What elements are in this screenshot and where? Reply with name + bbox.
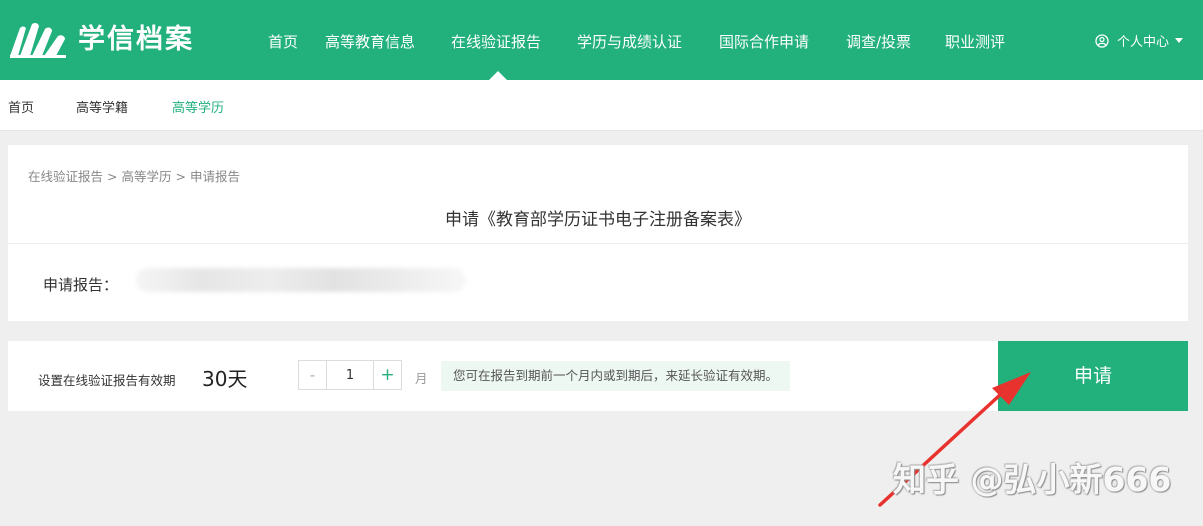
nav-item-international-cooperation[interactable]: 国际合作申请	[719, 31, 809, 52]
report-label: 申请报告：	[43, 276, 119, 294]
breadcrumb-separator: >	[175, 169, 186, 184]
subnav-item-enrollment[interactable]: 高等学籍	[76, 97, 128, 116]
subnav-item-degree[interactable]: 高等学历	[172, 97, 224, 116]
validity-label: 设置在线验证报告有效期	[38, 373, 176, 388]
page-title: 申请《教育部学历证书电子注册备案表》	[445, 210, 751, 230]
top-header: 学信档案 首页 高等教育信息 在线验证报告 学历与成绩认证 国际合作申请 调查/…	[0, 0, 1203, 80]
month-quantity-stepper: - +	[298, 360, 402, 390]
month-unit-label: 月	[415, 371, 428, 386]
subnav-item-home[interactable]: 首页	[8, 97, 34, 116]
month-quantity-input[interactable]	[327, 361, 373, 389]
validity-days-value: 30天	[202, 367, 248, 391]
redacted-report-value	[136, 268, 466, 292]
validity-hint: 您可在报告到期前一个月内或到期后，来延长验证有效期。	[441, 361, 791, 391]
breadcrumb-link-online-verification[interactable]: 在线验证报告	[28, 169, 103, 184]
breadcrumb-separator: >	[107, 169, 118, 184]
zhihu-watermark: 知乎 @弘小新666	[893, 460, 1172, 499]
logo-text: 学信档案	[78, 24, 194, 55]
nav-item-survey-vote[interactable]: 调查/投票	[846, 31, 911, 52]
increment-button[interactable]: +	[373, 361, 401, 389]
user-center-label: 个人中心	[1117, 35, 1170, 50]
site-logo[interactable]: 学信档案	[8, 18, 194, 62]
apply-report-card: 在线验证报告 > 高等学历 > 申请报告 申请《教育部学历证书电子注册备案表》 …	[8, 145, 1188, 321]
divider	[8, 243, 1188, 244]
decrement-button[interactable]: -	[299, 361, 327, 389]
breadcrumb-link-degree[interactable]: 高等学历	[121, 169, 171, 184]
user-center-menu[interactable]: 个人中心	[1095, 31, 1184, 50]
user-circle-icon	[1095, 33, 1109, 48]
nav-item-home[interactable]: 首页	[268, 31, 298, 52]
logo-book-icon	[10, 22, 66, 58]
nav-item-degree-score-certification[interactable]: 学历与成绩认证	[577, 31, 682, 52]
nav-item-higher-education-info[interactable]: 高等教育信息	[325, 31, 415, 52]
active-nav-indicator	[489, 71, 507, 80]
chevron-down-icon	[1175, 38, 1184, 43]
apply-button[interactable]: 申请	[998, 341, 1188, 411]
sub-nav: 首页 高等学籍 高等学历	[0, 80, 1203, 131]
breadcrumb: 在线验证报告 > 高等学历 > 申请报告	[28, 166, 240, 185]
nav-item-online-verification-report[interactable]: 在线验证报告	[451, 31, 541, 52]
nav-item-career-assessment[interactable]: 职业测评	[945, 31, 1005, 52]
breadcrumb-current: 申请报告	[189, 169, 240, 184]
